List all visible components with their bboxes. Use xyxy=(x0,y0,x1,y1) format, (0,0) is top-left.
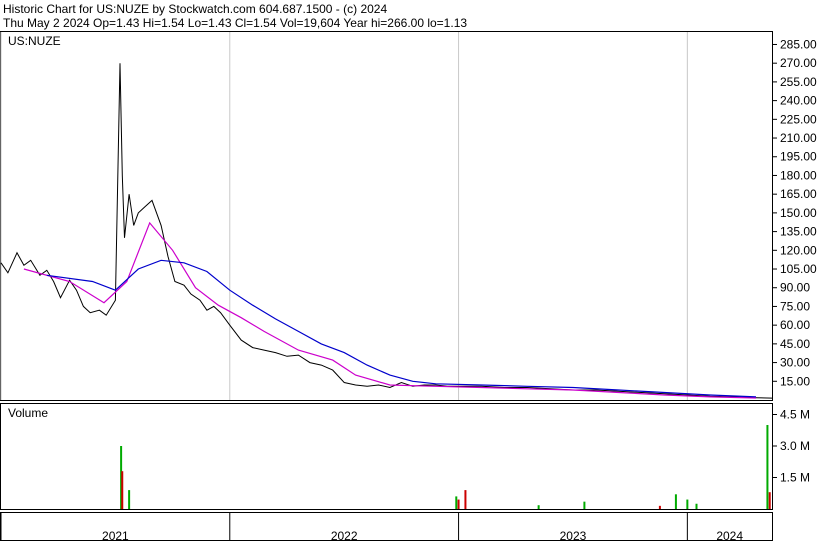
price-y-tick-label: 75.00 xyxy=(780,299,810,313)
price-y-tick-label: 135.00 xyxy=(780,225,817,239)
price-y-tick-label: 240.00 xyxy=(780,94,817,108)
x-axis-tick-label: 2024 xyxy=(716,529,743,543)
volume-bar xyxy=(768,492,771,509)
price-panel xyxy=(0,31,773,401)
x-axis-tick-label: 2023 xyxy=(560,529,587,543)
volume-bar xyxy=(128,490,131,509)
volume-bar xyxy=(121,471,124,509)
volume-bar xyxy=(464,490,467,509)
volume-y-axis: 4.5 M 3.0 M 1.5 M xyxy=(772,408,810,485)
price-y-tick-label: 225.00 xyxy=(780,112,817,126)
volume-bar xyxy=(455,496,458,509)
x-axis-tick-label: 2022 xyxy=(331,529,358,543)
volume-panel xyxy=(0,403,773,510)
price-y-axis: 285.00 270.00 255.00 240.00 225.00 210.00 195.… xyxy=(772,37,817,388)
volume-y-tick-label: 1.5 M xyxy=(780,471,810,485)
price-y-tick-label: 105.00 xyxy=(780,262,817,276)
price-y-tick-label: 30.00 xyxy=(780,356,810,370)
chart-header-line2: Thu May 2 2024 Op=1.43 Hi=1.54 Lo=1.43 C… xyxy=(3,16,467,30)
volume-bar xyxy=(583,501,586,509)
price-y-tick-label: 180.00 xyxy=(780,168,817,182)
price-y-tick-label: 210.00 xyxy=(780,131,817,145)
price-y-tick-label: 15.00 xyxy=(780,374,810,388)
price-y-tick-label: 270.00 xyxy=(780,56,817,70)
price-y-tick-label: 165.00 xyxy=(780,187,817,201)
price-y-tick-label: 285.00 xyxy=(780,37,817,51)
volume-bar xyxy=(766,425,769,509)
price-y-tick-label: 255.00 xyxy=(780,75,817,89)
stock-chart: Historic Chart for US:NUZE by Stockwatch… xyxy=(0,2,817,543)
volume-bar xyxy=(695,503,698,509)
volume-bar xyxy=(457,499,460,509)
volume-bar xyxy=(674,494,677,509)
volume-bar xyxy=(658,505,661,509)
price-y-tick-label: 150.00 xyxy=(780,206,817,220)
volume-bar xyxy=(686,499,689,509)
price-y-tick-label: 120.00 xyxy=(780,243,817,257)
price-y-tick-label: 195.00 xyxy=(780,150,817,164)
volume-label: Volume xyxy=(8,406,48,420)
x-axis-tick-label: 2021 xyxy=(102,529,129,543)
volume-bar xyxy=(537,505,540,509)
volume-y-tick-label: 4.5 M xyxy=(780,408,810,422)
price-y-tick-label: 45.00 xyxy=(780,337,810,351)
price-y-tick-label: 60.00 xyxy=(780,318,810,332)
symbol-label: US:NUZE xyxy=(8,34,61,48)
price-y-tick-label: 90.00 xyxy=(780,281,810,295)
volume-y-tick-label: 3.0 M xyxy=(780,439,810,453)
chart-header-line1: Historic Chart for US:NUZE by Stockwatch… xyxy=(3,2,387,16)
